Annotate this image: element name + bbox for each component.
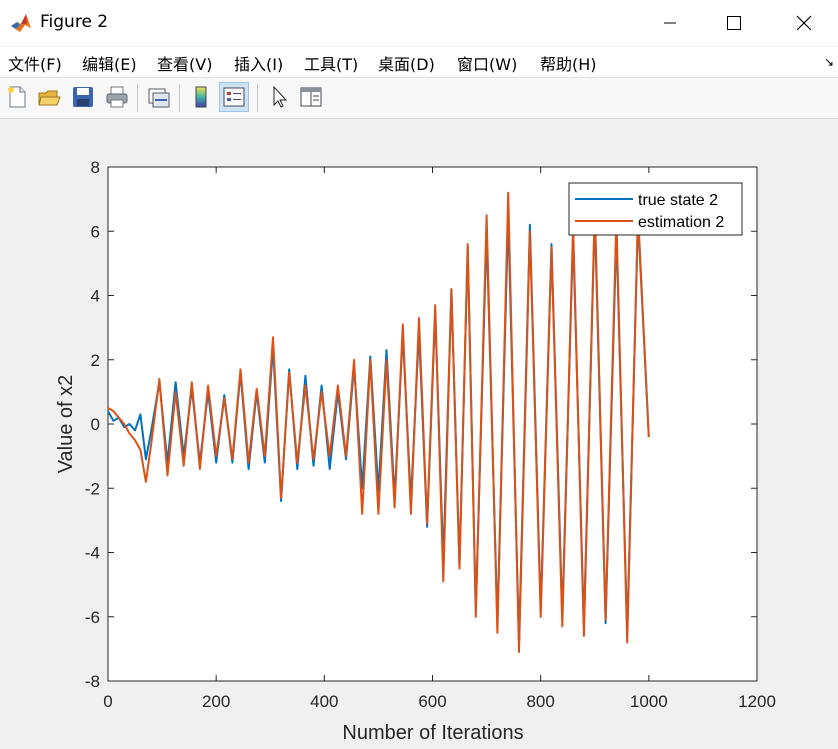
x-tick-label: 0 xyxy=(103,692,112,711)
y-axis-label: Value of x2 xyxy=(55,375,77,474)
new-figure-icon xyxy=(8,86,26,108)
dock-arrow-icon[interactable]: ↘ xyxy=(824,55,834,69)
y-tick-label: 8 xyxy=(91,158,100,177)
menu-help[interactable]: 帮助(H) xyxy=(540,51,597,75)
legend-label-estimation: estimation 2 xyxy=(638,214,724,231)
legend-label-true-state: true state 2 xyxy=(638,192,718,209)
x-tick-label: 600 xyxy=(418,692,446,711)
x-tick-label: 200 xyxy=(202,692,230,711)
menu-tools[interactable]: 工具(T) xyxy=(304,51,358,75)
legend-button[interactable] xyxy=(219,82,249,112)
y-tick-label: 4 xyxy=(91,287,100,306)
cursor-button[interactable] xyxy=(264,82,294,112)
y-tick-label: 0 xyxy=(91,415,100,434)
open-file-button[interactable] xyxy=(34,82,64,112)
open-file-icon xyxy=(38,90,61,106)
y-tick-label: -2 xyxy=(85,479,100,498)
y-tick-label: -4 xyxy=(85,544,100,563)
toolbar-separator xyxy=(137,84,138,112)
legend-icon xyxy=(223,87,245,107)
save-icon xyxy=(73,87,93,107)
save-button[interactable] xyxy=(68,82,98,112)
toolbar-separator xyxy=(179,84,180,112)
maximize-button[interactable] xyxy=(706,0,762,46)
menu-file[interactable]: 文件(F) xyxy=(8,51,62,75)
y-tick-label: 6 xyxy=(91,222,100,241)
title-bar[interactable]: Figure 2 xyxy=(0,0,838,46)
property-editor-icon xyxy=(300,87,322,107)
property-editor-button[interactable] xyxy=(296,82,326,112)
x-tick-label: 1200 xyxy=(738,692,776,711)
print-icon xyxy=(106,86,128,108)
menu-window[interactable]: 窗口(W) xyxy=(457,51,517,75)
colorbar-icon xyxy=(195,86,207,108)
cursor-icon xyxy=(273,85,288,108)
colorbar-button[interactable] xyxy=(186,82,216,112)
menu-view[interactable]: 查看(V) xyxy=(157,51,212,75)
window-title: Figure 2 xyxy=(40,12,109,32)
link-plot-button[interactable] xyxy=(144,82,174,112)
menu-edit[interactable]: 编辑(E) xyxy=(82,51,137,75)
menu-desktop[interactable]: 桌面(D) xyxy=(378,51,435,75)
new-figure-button[interactable] xyxy=(2,82,32,112)
x-tick-label: 1000 xyxy=(630,692,668,711)
x-tick-label: 400 xyxy=(310,692,338,711)
close-button[interactable] xyxy=(776,0,832,46)
y-tick-label: -6 xyxy=(85,608,100,627)
y-tick-label: 2 xyxy=(91,351,100,370)
figure-window: Figure 2 文件(F) 编辑(E) 查看(V) 插入(I) 工具(T) 桌… xyxy=(0,0,838,749)
figure-canvas[interactable]: 0 200 400 600 800 1000 1200 -8 -6 -4 -2 0 2 4 6 8 Numbe… xyxy=(0,119,838,749)
link-plot-icon xyxy=(148,88,170,108)
toolbar xyxy=(0,78,838,119)
x-tick-label: 800 xyxy=(526,692,554,711)
minimize-icon xyxy=(664,22,676,24)
y-tick-label: -8 xyxy=(85,672,100,691)
matlab-logo-icon xyxy=(10,12,32,34)
legend[interactable]: true state 2 estimation 2 xyxy=(568,182,743,236)
toolbar-separator xyxy=(257,84,258,112)
minimize-button[interactable] xyxy=(642,0,698,46)
print-button[interactable] xyxy=(102,82,132,112)
maximize-icon xyxy=(727,16,741,30)
x-axis-label: Number of Iterations xyxy=(342,722,523,744)
menu-bar: 文件(F) 编辑(E) 查看(V) 插入(I) 工具(T) 桌面(D) 窗口(W… xyxy=(0,47,838,78)
menu-insert[interactable]: 插入(I) xyxy=(234,51,283,75)
close-icon xyxy=(796,15,812,31)
line-chart[interactable]: 0 200 400 600 800 1000 1200 -8 -6 -4 -2 0 2 4 6 8 Numbe… xyxy=(0,119,838,749)
